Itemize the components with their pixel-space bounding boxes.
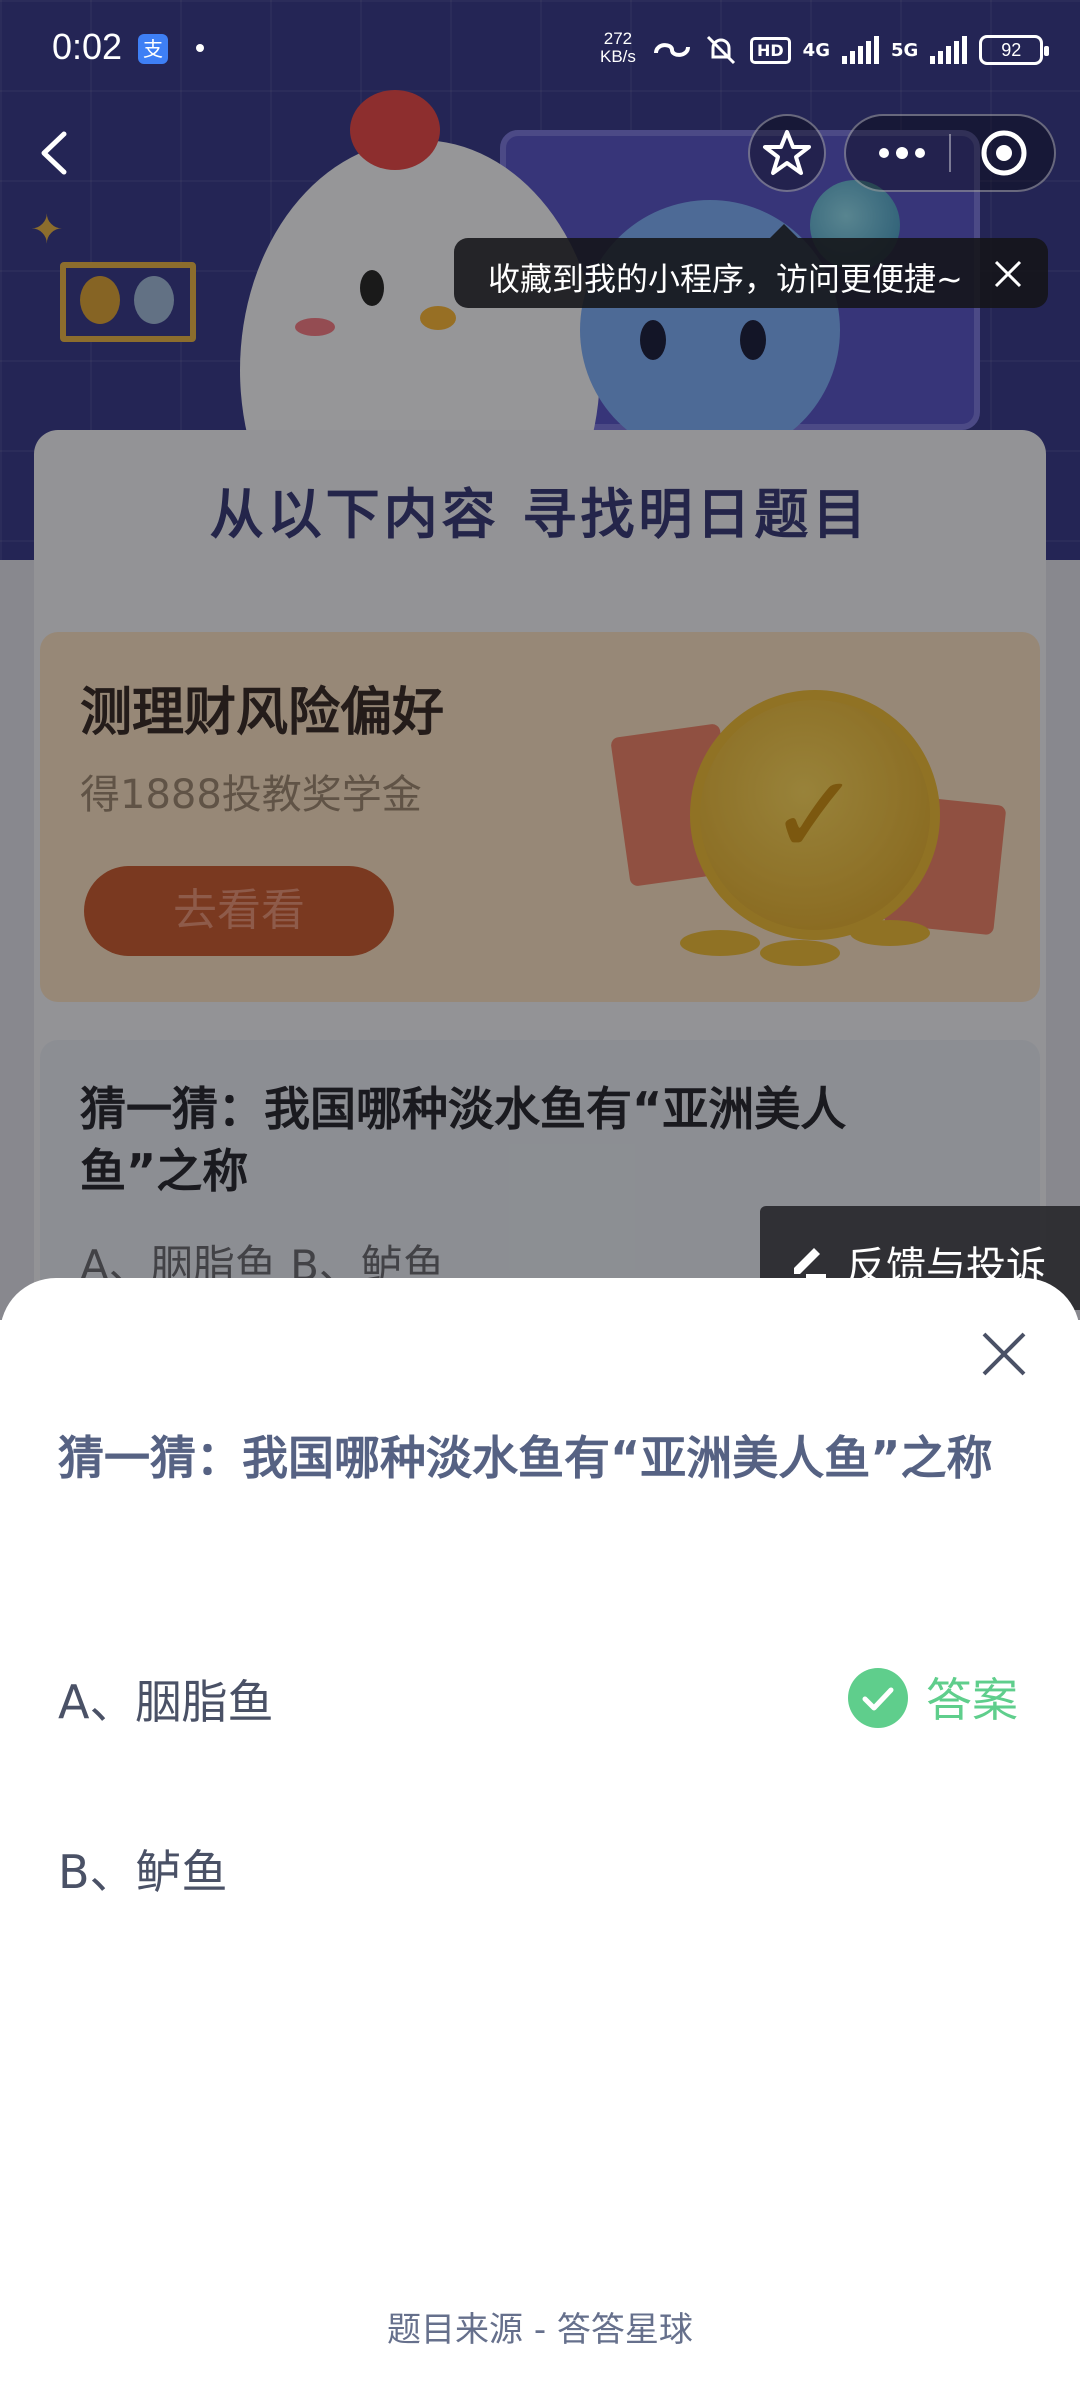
tooltip-text: 收藏到我的小程序，访问更便捷~ <box>488 260 963 298</box>
close-icon <box>994 260 1022 288</box>
network-speed: 272 KB/s <box>600 30 636 66</box>
close-icon <box>982 1332 1026 1376</box>
network-speed-value: 272 <box>603 29 633 48</box>
tooltip-close-button[interactable] <box>988 254 1028 294</box>
more-button[interactable] <box>852 114 948 192</box>
option-a[interactable]: A、胭脂鱼 <box>58 1666 273 1732</box>
question-title: 猜一猜：我国哪种淡水鱼有“亚洲美人鱼”之称 <box>58 1431 993 1485</box>
favorite-button[interactable] <box>748 114 826 192</box>
status-time: 0:02 <box>52 26 123 67</box>
answer-label: 答案 <box>926 1673 1018 1727</box>
target-icon <box>981 130 1027 176</box>
battery-icon: 92 <box>979 35 1050 65</box>
signal-4g-icon <box>841 36 879 64</box>
notification-dot-icon <box>196 44 204 52</box>
option-b[interactable]: B、鲈鱼 <box>58 1836 228 1902</box>
alipay-notification-icon: 支 <box>138 34 168 64</box>
hd-voice-icon: HD <box>750 36 791 64</box>
link-icon <box>654 43 690 57</box>
check-circle-icon <box>848 1668 908 1728</box>
star-icon <box>763 130 811 175</box>
edit-pencil-icon <box>786 1236 830 1280</box>
back-button[interactable] <box>28 118 88 188</box>
exit-miniprogram-button[interactable] <box>960 114 1050 192</box>
signal-5g-icon <box>930 36 968 64</box>
question-source: 题目来源 - 答答星球 <box>387 2310 693 2350</box>
back-arrow-icon <box>41 131 67 175</box>
network-type-4g: 4G <box>802 39 830 61</box>
status-icons: HD 4G 5G 92 <box>652 30 1050 70</box>
status-bar: 0:02 支 272 KB/s HD 4G 5G 92 <box>0 0 1080 100</box>
capsule-divider <box>949 134 951 172</box>
sheet-close-button[interactable] <box>976 1326 1032 1382</box>
tooltip-arrow <box>770 224 798 238</box>
bell-muted-icon <box>706 35 736 65</box>
modal-dim-overlay[interactable] <box>0 0 1080 1320</box>
network-speed-unit: KB/s <box>600 47 636 66</box>
more-dots-icon <box>879 147 925 159</box>
network-type-5g: 5G <box>890 39 919 61</box>
